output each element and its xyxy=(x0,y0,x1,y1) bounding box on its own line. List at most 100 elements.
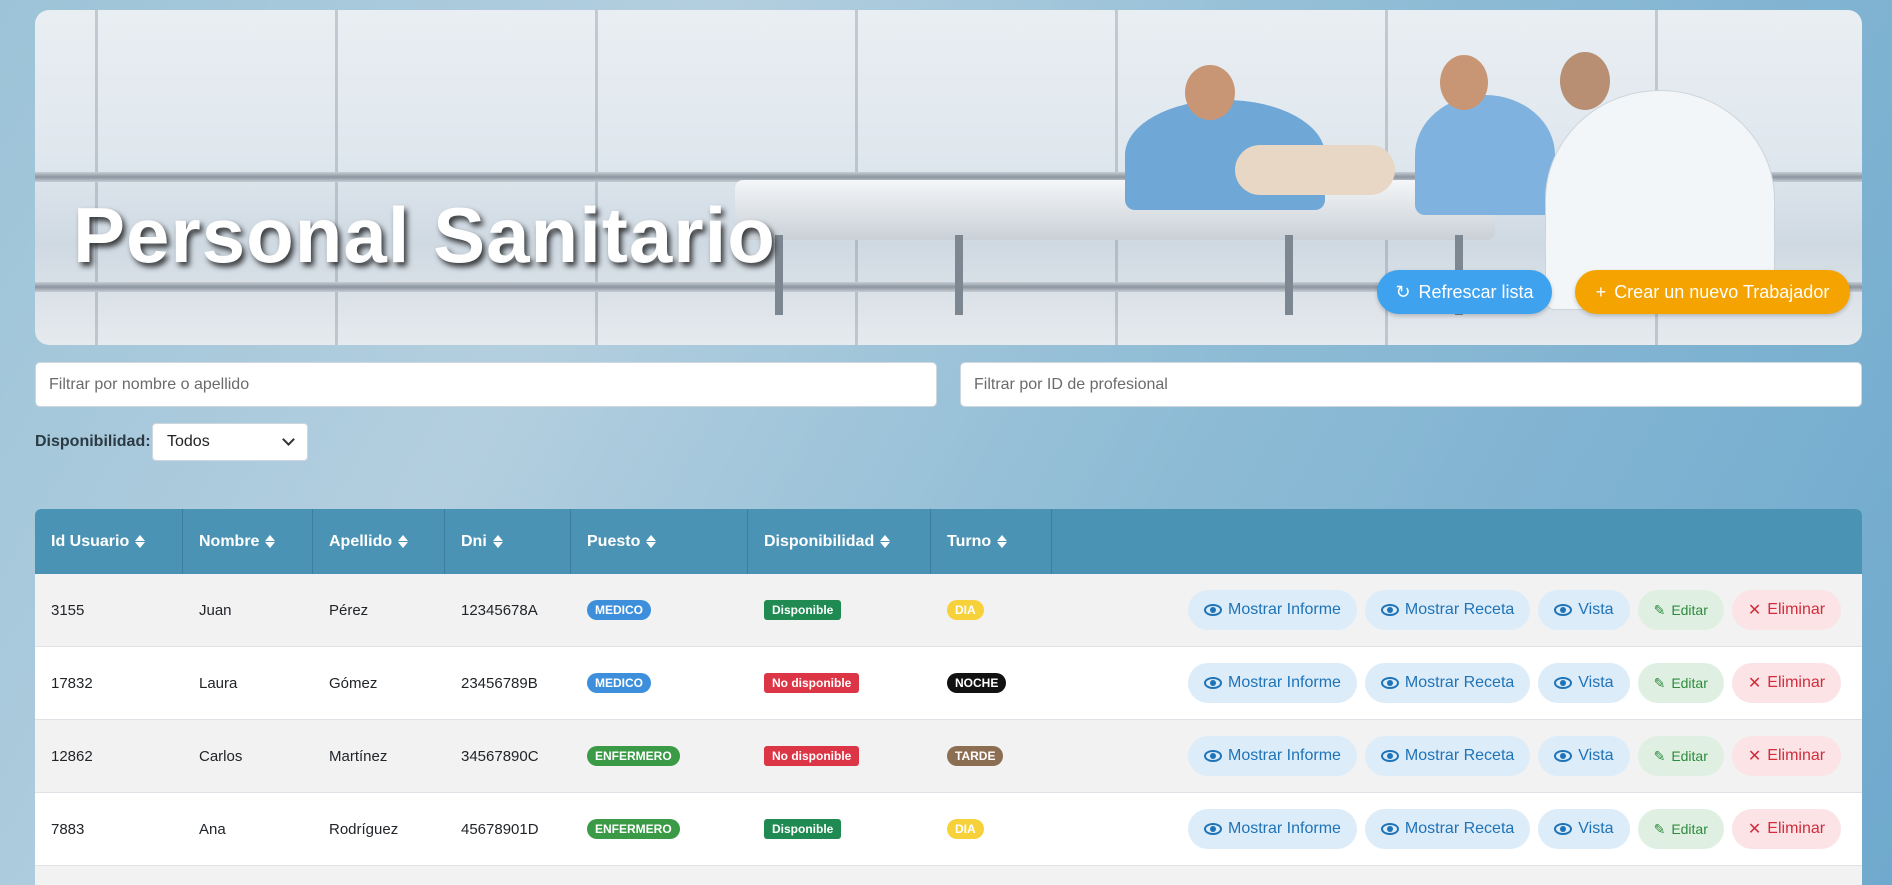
availability-label: Disponibilidad: xyxy=(35,433,151,450)
hero-banner: Personal Sanitario ↻ Refrescar lista + C… xyxy=(35,10,1862,345)
turno-badge: DIA xyxy=(947,819,984,839)
availability-badge: No disponible xyxy=(764,673,860,693)
show-recipe-button[interactable]: Mostrar Receta xyxy=(1364,809,1531,849)
eye-icon xyxy=(1554,823,1573,835)
eye-icon xyxy=(1554,604,1573,616)
eye-icon xyxy=(1554,677,1573,689)
puesto-badge: ENFERMERO xyxy=(587,746,680,766)
availability-selected-value: Todos xyxy=(167,433,210,450)
cell-apellido: Rodríguez xyxy=(329,820,399,838)
show-report-button[interactable]: Mostrar Informe xyxy=(1188,809,1357,849)
refresh-list-button[interactable]: ↻ Refrescar lista xyxy=(1377,270,1552,314)
availability-badge: Disponible xyxy=(764,819,842,839)
edit-button[interactable]: ✎ Editar xyxy=(1637,663,1724,703)
column-header-actions xyxy=(1052,509,1862,574)
sort-icon xyxy=(880,535,891,548)
table-row: 17832 Laura Gómez 23456789B MEDICO No di… xyxy=(35,647,1862,720)
view-button[interactable]: Vista xyxy=(1538,663,1630,703)
table-header: Id Usuario Nombre Apellido Dni Puesto Di… xyxy=(35,509,1862,574)
pencil-icon: ✎ xyxy=(1653,674,1666,691)
availability-select[interactable]: Todos xyxy=(152,423,308,461)
sort-icon xyxy=(135,535,146,548)
column-header-puesto[interactable]: Puesto xyxy=(571,509,748,574)
edit-button[interactable]: ✎ Editar xyxy=(1637,590,1724,630)
show-recipe-button[interactable]: Mostrar Receta xyxy=(1364,590,1531,630)
cell-apellido: Martínez xyxy=(329,747,388,765)
show-report-button[interactable]: Mostrar Informe xyxy=(1188,736,1357,776)
cell-dni: 45678901D xyxy=(461,820,539,838)
puesto-badge: MEDICO xyxy=(587,673,651,693)
close-icon: ✕ xyxy=(1747,675,1762,692)
column-header-id[interactable]: Id Usuario xyxy=(35,509,183,574)
puesto-badge: MEDICO xyxy=(587,600,651,620)
turno-badge: NOCHE xyxy=(947,673,1007,693)
table-row: 3155 Juan Pérez 12345678A MEDICO Disponi… xyxy=(35,574,1862,647)
cell-apellido: Pérez xyxy=(329,601,369,619)
row-actions: Mostrar Informe Mostrar Receta Vista ✎ Ed… xyxy=(1188,809,1842,849)
name-filter-input[interactable] xyxy=(35,362,937,407)
view-button[interactable]: Vista xyxy=(1538,736,1630,776)
eye-icon xyxy=(1204,823,1222,835)
show-report-button[interactable]: Mostrar Informe xyxy=(1188,663,1357,703)
refresh-list-label: Refrescar lista xyxy=(1418,281,1534,302)
plus-icon: + xyxy=(1595,281,1607,302)
column-header-turno[interactable]: Turno xyxy=(931,509,1052,574)
table-row: 12862 Carlos Martínez 34567890C ENFERMER… xyxy=(35,720,1862,793)
eye-icon xyxy=(1380,677,1399,689)
availability-badge: No disponible xyxy=(764,746,860,766)
cell-dni: 12345678A xyxy=(461,601,538,619)
close-icon: ✕ xyxy=(1747,821,1762,838)
eye-icon xyxy=(1380,604,1399,616)
cell-dni: 34567890C xyxy=(461,747,539,765)
cell-nombre: Ana xyxy=(199,820,226,838)
close-icon: ✕ xyxy=(1747,748,1762,765)
delete-button[interactable]: ✕ Eliminar xyxy=(1731,736,1842,776)
pencil-icon: ✎ xyxy=(1653,747,1666,764)
page-title: Personal Sanitario xyxy=(73,191,776,279)
column-header-apellido[interactable]: Apellido xyxy=(313,509,445,574)
view-button[interactable]: Vista xyxy=(1538,809,1630,849)
sort-icon xyxy=(997,535,1008,548)
create-worker-label: Crear un nuevo Trabajador xyxy=(1614,281,1830,302)
row-actions: Mostrar Informe Mostrar Receta Vista ✎ Ed… xyxy=(1188,736,1842,776)
turno-badge: DIA xyxy=(947,600,984,620)
column-header-disponibilidad[interactable]: Disponibilidad xyxy=(748,509,931,574)
sort-icon xyxy=(646,535,657,548)
cell-nombre: Carlos xyxy=(199,747,243,765)
cell-id: 3155 xyxy=(51,601,85,619)
cell-id: 12862 xyxy=(51,747,93,765)
edit-button[interactable]: ✎ Editar xyxy=(1637,736,1724,776)
cell-nombre: Laura xyxy=(199,674,238,692)
cell-apellido: Gómez xyxy=(329,674,378,692)
cell-id: 7883 xyxy=(51,820,85,838)
row-actions: Mostrar Informe Mostrar Receta Vista ✎ Ed… xyxy=(1188,590,1842,630)
chevron-down-icon xyxy=(282,433,295,446)
delete-button[interactable]: ✕ Eliminar xyxy=(1731,663,1842,703)
column-header-nombre[interactable]: Nombre xyxy=(183,509,313,574)
eye-icon xyxy=(1380,823,1399,835)
eye-icon xyxy=(1204,677,1222,689)
delete-button[interactable]: ✕ Eliminar xyxy=(1731,809,1842,849)
cell-dni: 23456789B xyxy=(461,674,538,692)
create-worker-button[interactable]: + Crear un nuevo Trabajador xyxy=(1575,270,1850,314)
sort-icon xyxy=(492,535,503,548)
show-recipe-button[interactable]: Mostrar Receta xyxy=(1364,736,1531,776)
cell-id: 17832 xyxy=(51,674,93,692)
delete-button[interactable]: ✕ Eliminar xyxy=(1731,590,1842,630)
puesto-badge: ENFERMERO xyxy=(587,819,680,839)
turno-badge: TARDE xyxy=(947,746,1004,766)
show-recipe-button[interactable]: Mostrar Receta xyxy=(1364,663,1531,703)
availability-badge: Disponible xyxy=(764,600,842,620)
sort-icon xyxy=(398,535,409,548)
view-button[interactable]: Vista xyxy=(1538,590,1630,630)
eye-icon xyxy=(1204,604,1222,616)
edit-button[interactable]: ✎ Editar xyxy=(1637,809,1724,849)
eye-icon xyxy=(1204,750,1222,762)
staff-table: Id Usuario Nombre Apellido Dni Puesto Di… xyxy=(35,509,1862,885)
id-filter-input[interactable] xyxy=(960,362,1862,407)
refresh-icon: ↻ xyxy=(1395,281,1411,302)
table-row-partial xyxy=(35,866,1862,885)
show-report-button[interactable]: Mostrar Informe xyxy=(1188,590,1357,630)
column-header-dni[interactable]: Dni xyxy=(445,509,571,574)
eye-icon xyxy=(1380,750,1399,762)
